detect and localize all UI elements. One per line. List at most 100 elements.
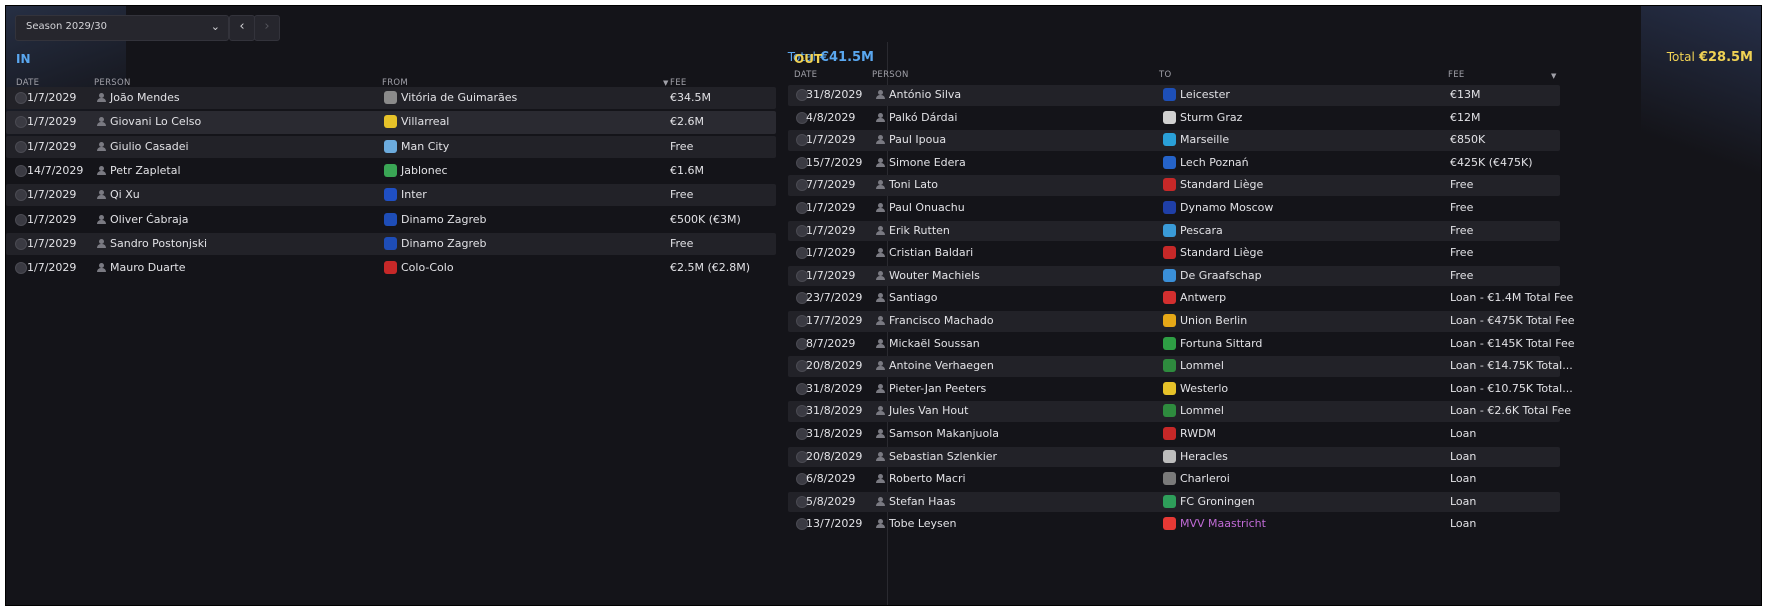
club-name-link[interactable]: RWDM: [1180, 427, 1216, 440]
table-row[interactable]: 13/7/2029 Tobe Leysen MVV Maastricht Loan: [788, 514, 1560, 535]
table-row[interactable]: 31/8/2029 Samson Makanjuola RWDM Loan: [788, 424, 1560, 445]
club-name-link[interactable]: Villarreal: [401, 115, 449, 128]
row-select-checkbox[interactable]: [15, 262, 27, 275]
person-name-link[interactable]: Erik Rutten: [889, 224, 950, 237]
out-col-person[interactable]: PERSON: [872, 70, 909, 80]
person-name-link[interactable]: Giulio Casadei: [110, 140, 189, 153]
table-row[interactable]: 8/7/2029 Mickaël Soussan Fortuna Sittard Lo…: [788, 334, 1575, 355]
club-name-link[interactable]: Inter: [401, 188, 427, 201]
club-name-link[interactable]: Standard Liège: [1180, 246, 1263, 259]
person-name-link[interactable]: Antoine Verhaegen: [889, 359, 994, 372]
season-dropdown[interactable]: Season 2029/30 ⌄: [15, 15, 229, 41]
person-name-link[interactable]: Mickaël Soussan: [889, 337, 980, 350]
table-row[interactable]: 1/7/2029 Paul Ipoua Marseille €850K: [788, 130, 1560, 151]
table-row[interactable]: 1/7/2029 Wouter Machiels De Graafschap Free: [788, 265, 1560, 287]
person-name-link[interactable]: Mauro Duarte: [110, 261, 186, 274]
table-row[interactable]: 1/7/2029 Erik Rutten Pescara Free: [788, 220, 1560, 242]
person-name-link[interactable]: Sandro Postonjski: [110, 237, 207, 250]
table-row[interactable]: 31/8/2029 Jules Van Hout Lommel Loan - €2.6…: [788, 401, 1571, 422]
row-select-checkbox[interactable]: [15, 213, 27, 226]
table-row[interactable]: 1/7/2029 João Mendes Vitória de Guimarães €…: [6, 87, 776, 110]
person-name-link[interactable]: Santiago: [889, 291, 938, 304]
club-name-link[interactable]: De Graafschap: [1180, 269, 1262, 282]
table-row[interactable]: 6/8/2029 Roberto Macri Charleroi Loan: [788, 469, 1560, 490]
club-name-link[interactable]: Lech Poznań: [1180, 156, 1249, 169]
club-name-link[interactable]: Fortuna Sittard: [1180, 337, 1262, 350]
row-select-checkbox[interactable]: [15, 237, 27, 250]
club-name-link[interactable]: FC Groningen: [1180, 495, 1255, 508]
club-name-link[interactable]: Antwerp: [1180, 291, 1226, 304]
club-name-link[interactable]: Lommel: [1180, 404, 1224, 417]
table-row[interactable]: 31/8/2029 António Silva Leicester €13M: [788, 85, 1560, 106]
table-row[interactable]: 14/7/2029 Petr Zapletal Jablonec €1.6M: [6, 160, 776, 182]
out-col-to[interactable]: TO: [1159, 70, 1171, 80]
table-row[interactable]: 1/7/2029 Cristian Baldari Standard Liège Fr…: [788, 243, 1560, 264]
row-select-checkbox[interactable]: [15, 140, 27, 153]
person-name-link[interactable]: Samson Makanjuola: [889, 427, 999, 440]
person-name-link[interactable]: Francisco Machado: [889, 314, 994, 327]
table-row[interactable]: 1/7/2029 Oliver Ćabraja Dinamo Zagreb €500K…: [6, 209, 776, 231]
club-name-link[interactable]: Leicester: [1180, 88, 1230, 101]
person-name-link[interactable]: Toni Lato: [889, 178, 938, 191]
club-name-link[interactable]: Westerlo: [1180, 382, 1228, 395]
club-name-link[interactable]: Sturm Graz: [1180, 111, 1242, 124]
out-col-fee[interactable]: FEE: [1448, 70, 1465, 80]
club-name-link[interactable]: Standard Liège: [1180, 178, 1263, 191]
table-row[interactable]: 1/7/2029 Giulio Casadei Man City Free: [6, 135, 776, 158]
person-name-link[interactable]: António Silva: [889, 88, 961, 101]
row-select-checkbox[interactable]: [15, 116, 27, 129]
table-row[interactable]: 17/7/2029 Francisco Machado Union Berlin Lo…: [788, 311, 1575, 332]
club-name-link[interactable]: Man City: [401, 140, 449, 153]
table-row[interactable]: 23/7/2029 Santiago Antwerp Loan - €1.4M Tot…: [788, 288, 1573, 309]
transfer-fee: Free: [670, 188, 694, 202]
person-name-link[interactable]: Qi Xu: [110, 188, 140, 201]
table-row[interactable]: 1/7/2029 Giovani Lo Celso Villarreal €2.6M: [6, 111, 776, 134]
club-name-link[interactable]: Heracles: [1180, 450, 1228, 463]
person-name-link[interactable]: Paul Ipoua: [889, 133, 946, 146]
person-name-link[interactable]: Cristian Baldari: [889, 246, 973, 259]
table-row[interactable]: 5/8/2029 Stefan Haas FC Groningen Loan: [788, 491, 1560, 513]
table-row[interactable]: 4/8/2029 Palkó Dárdai Sturm Graz €12M: [788, 108, 1560, 129]
person-name-link[interactable]: Oliver Ćabraja: [110, 213, 189, 226]
club-name-link[interactable]: Pescara: [1180, 224, 1223, 237]
club-name-link[interactable]: MVV Maastricht: [1180, 517, 1266, 530]
person-name-link[interactable]: Jules Van Hout: [889, 404, 968, 417]
person-name-link[interactable]: Stefan Haas: [889, 495, 956, 508]
person-name-link[interactable]: Wouter Machiels: [889, 269, 980, 282]
row-select-checkbox[interactable]: [15, 92, 27, 104]
club-name-link[interactable]: Dynamo Moscow: [1180, 201, 1273, 214]
person-name-link[interactable]: Palkó Dárdai: [889, 111, 957, 124]
club-name-link[interactable]: Lommel: [1180, 359, 1224, 372]
table-row[interactable]: 1/7/2029 Qi Xu Inter Free: [6, 184, 776, 207]
next-season-button[interactable]: ›: [254, 15, 280, 41]
club-name-link[interactable]: Union Berlin: [1180, 314, 1247, 327]
table-row[interactable]: 7/7/2029 Toni Lato Standard Liège Free: [788, 175, 1560, 196]
club-name-link[interactable]: Charleroi: [1180, 472, 1230, 485]
person-name-link[interactable]: Roberto Macri: [889, 472, 966, 485]
row-select-checkbox[interactable]: [15, 164, 27, 177]
club-name-link[interactable]: Dinamo Zagreb: [401, 213, 486, 226]
table-row[interactable]: 1/7/2029 Sandro Postonjski Dinamo Zagreb Fr…: [6, 232, 776, 256]
person-name-link[interactable]: Sebastian Szlenkier: [889, 450, 997, 463]
table-row[interactable]: 20/8/2029 Antoine Verhaegen Lommel Loan - €…: [788, 356, 1573, 377]
person-name-link[interactable]: João Mendes: [110, 91, 180, 104]
person-name-link[interactable]: Petr Zapletal: [110, 164, 181, 177]
club-name-link[interactable]: Marseille: [1180, 133, 1229, 146]
previous-season-button[interactable]: ‹: [229, 15, 255, 41]
table-row[interactable]: 20/8/2029 Sebastian Szlenkier Heracles Loan: [788, 446, 1560, 468]
row-select-checkbox[interactable]: [15, 189, 27, 202]
person-name-link[interactable]: Simone Edera: [889, 156, 966, 169]
club-name-link[interactable]: Jablonec: [401, 164, 448, 177]
club-name-link[interactable]: Dinamo Zagreb: [401, 237, 486, 250]
table-row[interactable]: 31/8/2029 Pieter-Jan Peeters Westerlo Loan …: [788, 379, 1573, 400]
person-name-link[interactable]: Tobe Leysen: [889, 517, 957, 530]
club-name-link[interactable]: Colo-Colo: [401, 261, 454, 274]
table-row[interactable]: 1/7/2029 Paul Onuachu Dynamo Moscow Free: [788, 198, 1560, 219]
club-name-link[interactable]: Vitória de Guimarães: [401, 91, 517, 104]
out-col-date[interactable]: DATE: [794, 70, 817, 80]
person-name-link[interactable]: Pieter-Jan Peeters: [889, 382, 986, 395]
table-row[interactable]: 15/7/2029 Simone Edera Lech Poznań €425K (€…: [788, 153, 1560, 174]
table-row[interactable]: 1/7/2029 Mauro Duarte Colo-Colo €2.5M (€2.8…: [6, 257, 776, 279]
person-name-link[interactable]: Paul Onuachu: [889, 201, 965, 214]
person-name-link[interactable]: Giovani Lo Celso: [110, 115, 201, 128]
